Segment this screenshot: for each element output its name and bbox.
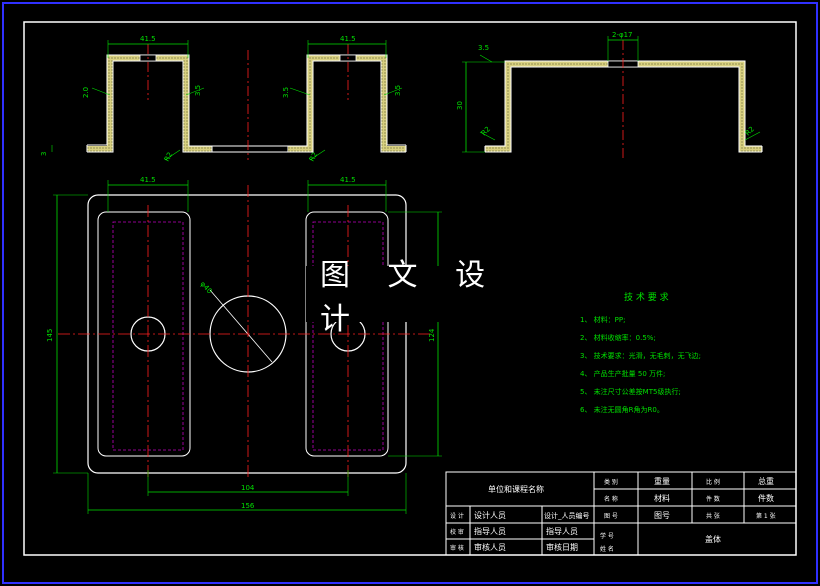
- tb-guide-person2: 指导人员: [546, 526, 578, 536]
- tb-design-person: 设计人员: [474, 510, 506, 520]
- dim-side-wall: 3.5: [478, 44, 489, 52]
- dim-side-r-right: R2: [744, 125, 756, 137]
- tb-design-label: 设 计: [450, 512, 464, 520]
- watermark-text: 图 文 设 计: [306, 258, 514, 337]
- dim-overall-width: 156: [241, 502, 255, 510]
- tb-h-class: 类 别: [604, 478, 618, 486]
- dim-radius-a: R2: [163, 151, 175, 163]
- dim-plan-right: 41.5: [340, 176, 356, 184]
- tb-drawing-no: 图号: [654, 511, 670, 520]
- title-block-text: 单位和课程名称 设 计 设计人员 设计_人员编号 校 审 指导人员 指导人员 审…: [450, 476, 776, 553]
- tech-title: 技 术 要 求: [624, 291, 669, 303]
- dim-inner-span: 104: [241, 484, 255, 492]
- tb-name-label: 姓 名: [600, 545, 614, 553]
- dim-radius-b: R2: [308, 151, 320, 163]
- tech-item: 2、 材料收缩率：0.5%;: [580, 333, 656, 342]
- tb-guide-person: 指导人员: [474, 526, 506, 536]
- tb-review-label: 审 核: [450, 544, 464, 552]
- dim-wall-left2: 3.5: [194, 85, 202, 96]
- dim-hole-diameter: φ40: [199, 280, 214, 295]
- dim-wall-right2: 3.5: [394, 85, 402, 96]
- dim-flange: 3: [40, 152, 48, 156]
- tb-h-name: 名 称: [604, 495, 618, 503]
- plan-dim-labels: 41.5 41.5 104 156 145 124 φ40: [46, 176, 436, 510]
- dim-plan-left: 41.5: [140, 176, 156, 184]
- tb-h-weight: 重量: [654, 476, 670, 486]
- tech-item: 1、 材料：PP;: [580, 315, 625, 324]
- tb-h-qty: 件数: [758, 493, 774, 503]
- tb-company: 单位和课程名称: [488, 484, 544, 494]
- tb-h-total: 总重: [758, 476, 774, 486]
- dim-wall-right: 3.5: [282, 87, 290, 98]
- dim-top-right: 41.5: [340, 35, 356, 43]
- tb-h-qty-label: 件 数: [706, 495, 720, 503]
- tb-school-label: 学 号: [600, 532, 614, 540]
- tb-check-label: 校 审: [450, 528, 464, 536]
- tech-item: 3、 技术要求：光滑，无毛刺，无飞边;: [580, 351, 701, 360]
- side-section-view: [462, 36, 763, 160]
- side-section-dim-labels: 2-φ17 30 3.5 R2 R2: [456, 31, 756, 137]
- dim-side-r-left: R2: [480, 125, 492, 137]
- dim-overall-height: 145: [46, 329, 54, 342]
- front-section-view: [51, 40, 407, 161]
- tb-h-scale: 比 例: [706, 478, 720, 486]
- tb-h-drawing-no: 图 号: [604, 513, 618, 520]
- tb-design-number: 设计_人员编号: [544, 511, 590, 520]
- tech-item: 6、 未注无圆角R角为R0。: [580, 405, 664, 414]
- tb-h-material: 材料: [654, 493, 670, 503]
- tb-review-date: 审核日期: [546, 542, 578, 552]
- dim-wall-left: 2.0: [82, 87, 90, 98]
- dim-top-left: 41.5: [140, 35, 156, 43]
- dim-side-height: 30: [456, 101, 464, 110]
- plan-view: [53, 180, 442, 514]
- tb-review-person: 审核人员: [474, 542, 506, 552]
- tb-h-sheet: 共 张: [706, 512, 720, 520]
- tech-item: 5、 未注尺寸公差按MT5级执行;: [580, 387, 681, 396]
- tb-sheet: 第 1 张: [756, 512, 776, 520]
- dim-side-top: 2-φ17: [612, 31, 633, 39]
- tb-part-name: 盖体: [705, 534, 721, 544]
- tech-item: 4、 产品生产批量 50 万件;: [580, 369, 665, 378]
- technical-requirements: 技 术 要 求 1、 材料：PP; 2、 材料收缩率：0.5%; 3、 技术要求…: [580, 291, 701, 414]
